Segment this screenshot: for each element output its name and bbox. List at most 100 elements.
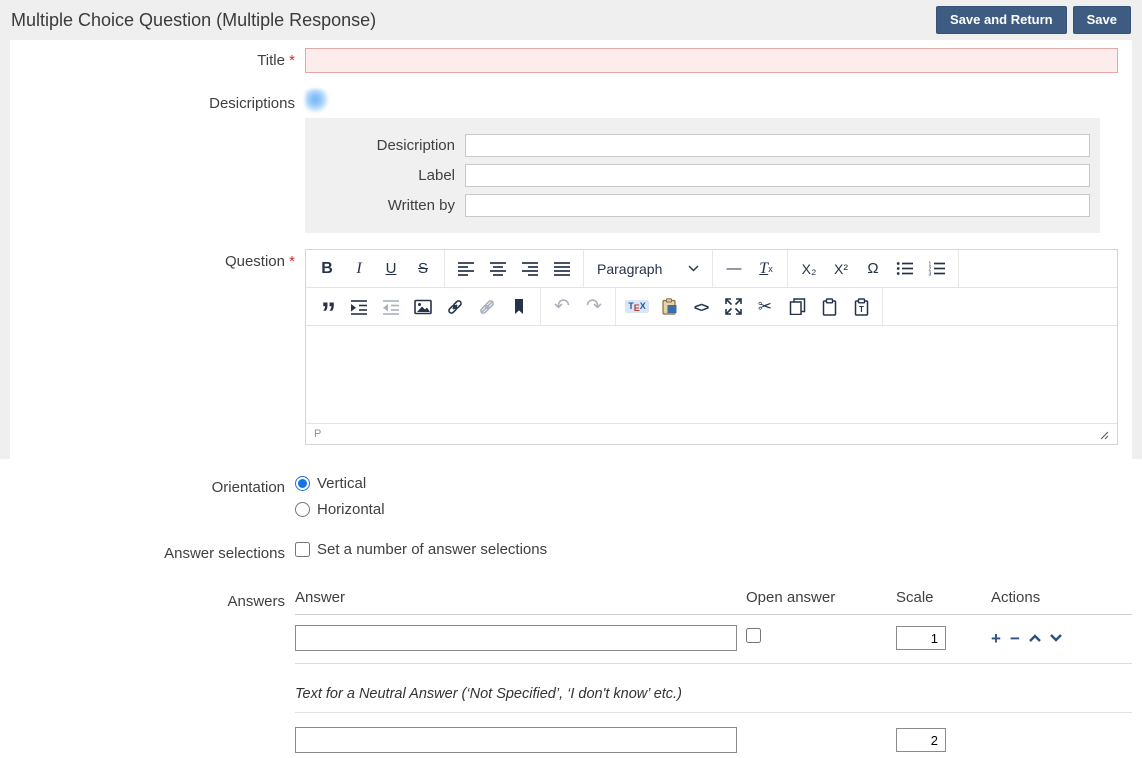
paste-button[interactable] (814, 292, 844, 322)
source-code-button[interactable]: <> (686, 292, 716, 322)
orientation-option-vertical[interactable]: Vertical (295, 475, 1132, 492)
copy-button[interactable] (782, 292, 812, 322)
unlink-button[interactable] (472, 292, 502, 322)
align-right-icon (521, 261, 539, 276)
redo-button[interactable]: ↷ (579, 292, 609, 322)
neutral-scale-input[interactable] (896, 728, 946, 752)
question-editing-area[interactable] (306, 326, 1117, 423)
horizontal-line-button[interactable]: — (719, 254, 749, 284)
numbered-list-button[interactable]: 123 (922, 254, 952, 284)
svg-text:T: T (859, 305, 864, 314)
save-button[interactable]: Save (1073, 6, 1131, 34)
link-icon (446, 298, 464, 316)
paste-from-word-button[interactable] (654, 292, 684, 322)
page-title: Multiple Choice Question (Multiple Respo… (11, 10, 376, 31)
orientation-row: Orientation Vertical Horizontal (10, 475, 1132, 527)
outdent-icon (382, 299, 400, 315)
paste-as-text-icon: T (853, 298, 870, 316)
open-answer-checkbox[interactable] (746, 628, 761, 643)
column-header-open-answer: Open answer (746, 589, 896, 614)
label-input[interactable] (465, 164, 1090, 187)
justify-button[interactable] (547, 254, 577, 284)
answer-selections-label: Answer selections (10, 541, 285, 562)
undo-button[interactable]: ↶ (547, 292, 577, 322)
cut-button[interactable]: ✂ (750, 292, 780, 322)
title-input[interactable] (305, 48, 1118, 73)
chevron-up-icon (1029, 634, 1041, 642)
align-right-button[interactable] (515, 254, 545, 284)
underline-button[interactable]: U (376, 254, 406, 284)
question-label: Question * (10, 249, 295, 270)
superscript-button[interactable]: X² (826, 254, 856, 284)
title-row: Title * (10, 48, 1132, 73)
paragraph-dropdown-label: Paragraph (597, 261, 662, 277)
horizontal-radio[interactable] (295, 502, 310, 517)
bulleted-list-button[interactable] (890, 254, 920, 284)
link-button[interactable] (440, 292, 470, 322)
neutral-answer-input[interactable] (295, 727, 737, 753)
editor-toolbar-row1: B I U S (306, 250, 1117, 288)
descriptions-row: Desicriptions Desicription Label Written… (10, 91, 1132, 233)
paste-as-text-button[interactable]: T (846, 292, 876, 322)
answers-row: Answers Answer Open answer Scale Actions… (10, 589, 1132, 758)
fullscreen-icon (725, 298, 742, 315)
form-panel-top: Title * Desicriptions Desicription Label… (10, 40, 1132, 459)
move-up-button[interactable] (1029, 634, 1041, 642)
header-buttons: Save and Return Save (936, 6, 1131, 34)
vertical-radio[interactable] (295, 476, 310, 491)
move-down-button[interactable] (1050, 634, 1062, 642)
align-left-button[interactable] (451, 254, 481, 284)
neutral-answer-cell (295, 713, 746, 758)
insert-image-button[interactable] (408, 292, 438, 322)
answer-selections-checkbox[interactable] (295, 542, 310, 557)
strikethrough-button[interactable]: S (408, 254, 438, 284)
align-center-button[interactable] (483, 254, 513, 284)
align-left-icon (457, 261, 475, 276)
fullscreen-button[interactable] (718, 292, 748, 322)
block-quote-button[interactable]: ” (312, 292, 342, 322)
column-header-scale: Scale (896, 589, 991, 614)
editor-status-bar: P (306, 423, 1117, 444)
special-character-button[interactable]: Ω (858, 254, 888, 284)
remove-format-icon: T (759, 260, 768, 278)
scale-input[interactable] (896, 626, 946, 650)
column-header-actions: Actions (991, 589, 1132, 614)
chevron-down-icon (688, 265, 699, 272)
form-panel-bottom: Orientation Vertical Horizontal Answer s… (0, 459, 1142, 758)
tex-icon: TEX (625, 300, 649, 313)
italic-button[interactable]: I (344, 254, 374, 284)
required-asterisk: * (289, 253, 295, 270)
written-by-input[interactable] (465, 194, 1090, 217)
description-input[interactable] (465, 134, 1090, 157)
descriptions-toggle-icon[interactable] (305, 89, 328, 112)
indent-button[interactable] (344, 292, 374, 322)
remove-format-button[interactable]: Tx (751, 254, 781, 284)
resize-grip[interactable] (1097, 428, 1109, 440)
tex-button[interactable]: TEX (622, 292, 652, 322)
justify-icon (553, 261, 571, 276)
subscript-button[interactable]: X₂ (794, 254, 824, 284)
question-row: Question * B I U S (10, 249, 1132, 445)
add-answer-button[interactable]: + (991, 630, 1001, 647)
element-path: P (314, 428, 321, 440)
bookmark-button[interactable] (504, 292, 534, 322)
save-and-return-button[interactable]: Save and Return (936, 6, 1067, 34)
header-bar: Multiple Choice Question (Multiple Respo… (0, 0, 1142, 40)
orientation-option-horizontal[interactable]: Horizontal (295, 501, 1132, 518)
written-by-label: Written by (305, 197, 455, 214)
answers-label: Answers (10, 589, 285, 610)
column-header-answer: Answer (295, 589, 746, 614)
bold-button[interactable]: B (312, 254, 342, 284)
paragraph-dropdown[interactable]: Paragraph (589, 250, 707, 287)
actions-cell: + − (991, 620, 1132, 659)
answer-selections-checkbox-line[interactable]: Set a number of answer selections (295, 541, 1132, 558)
description-label: Desicription (305, 137, 455, 154)
unlink-icon (478, 298, 496, 316)
paste-from-word-icon (661, 298, 678, 315)
open-answer-cell (746, 618, 896, 660)
resize-grip-icon (1097, 428, 1109, 440)
remove-answer-button[interactable]: − (1010, 630, 1020, 647)
outdent-button[interactable] (376, 292, 406, 322)
image-icon (414, 299, 432, 315)
answer-input[interactable] (295, 625, 737, 651)
